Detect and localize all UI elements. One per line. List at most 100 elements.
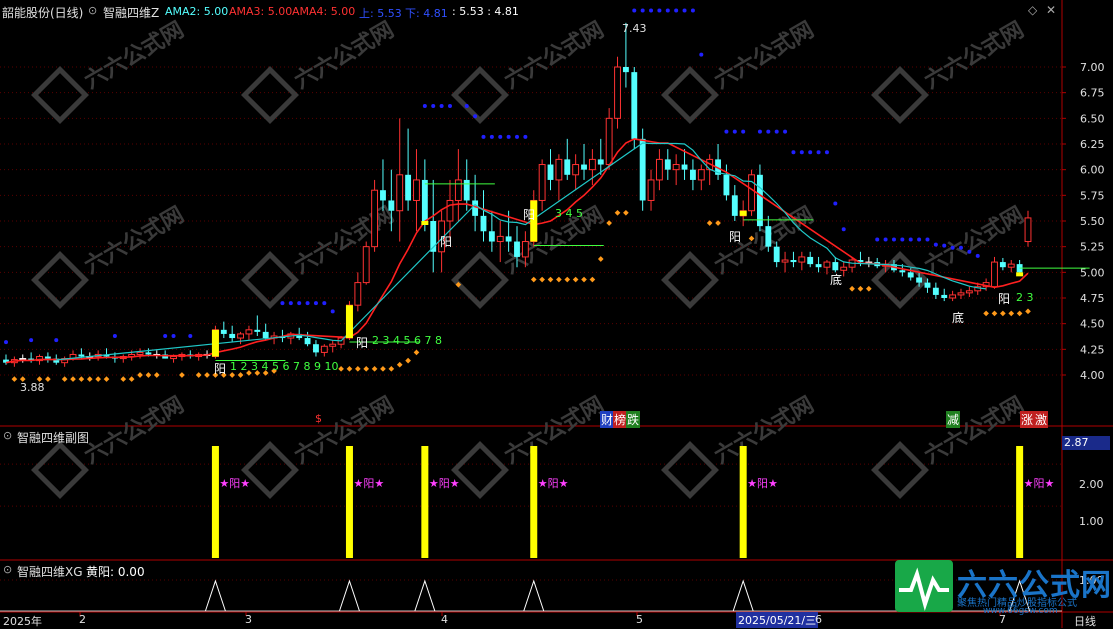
marker-zhang[interactable]: 涨 [1020,411,1035,428]
lower-band-dot [530,276,537,283]
upper-band-dot [163,333,168,338]
sub-yellow-bar [211,446,219,558]
candle-body [362,246,370,284]
lower-band-dot [572,276,579,283]
candle-body [463,179,470,201]
upper-band-dot [950,245,955,250]
sub-panel-layer: ★阳★ ★阳★ ★阳★ ★阳★ ★阳★ ★阳★ [211,446,1054,558]
x-label-5: 5 [636,613,643,626]
lower-band-dot [204,372,210,378]
candle-body [957,292,965,296]
candle-body [999,262,1006,268]
lower-band-dot [128,376,135,382]
watermark-diamond [31,66,89,124]
candle-body [421,179,428,221]
lower-band-dot [346,366,353,372]
yang-label-6: 阳 [998,292,1011,306]
lower-band-dot [589,276,596,283]
counter-3: 3 4 5 [555,207,583,220]
candle-body [237,333,244,339]
lower-band-dot [614,209,621,216]
lower-band-dot [145,372,152,378]
candle-body [605,117,613,166]
y-tick-label: 5.75 [1080,189,1105,202]
candle-body [773,246,780,263]
upper-band-dot [171,333,176,338]
upper-band-dot [925,237,930,242]
watermark-diamond [661,66,719,124]
candle-body [454,179,462,201]
stock-chart[interactable]: 7.006.756.506.256.005.755.505.255.004.75… [0,0,1113,628]
marker-cai[interactable]: 财 [600,411,615,428]
watermark-text: 六六公式网 [81,203,189,280]
upper-band-dot [29,338,34,343]
upper-band-dot [431,104,436,109]
candle-body [229,333,236,339]
candle-body [647,179,655,201]
candle-body [136,351,144,355]
watermark-diamond [241,66,299,124]
candle-body [19,358,27,361]
high-price-label: 7.43 [622,22,647,35]
lower-band-dot [564,276,571,283]
lower-value: 下: 4.81 [405,7,448,20]
sub-yellow-bar [530,446,538,558]
lower-band-dot [388,366,395,372]
close-icon[interactable]: ✕ [1046,3,1056,17]
counter-1: 1 2 3 4 5 6 7 8 9 10 [230,360,339,373]
upper-band-dot [473,114,478,119]
xg-spike [414,579,436,612]
upper-band-dot [313,301,318,306]
lower-band-dot [1016,310,1023,317]
y-tick-label: 6.75 [1080,87,1105,100]
candle-body [932,287,939,295]
sub-panel-toggle-icon[interactable]: ⊙ [3,429,12,442]
upper-band-dot [732,129,737,134]
lower-band-dot [195,372,202,378]
candle-body [472,200,479,216]
candle-body [396,174,404,212]
marker-ban[interactable]: 榜 [613,411,628,428]
x-label-2: 2 [79,613,86,626]
xg-spike [204,579,226,612]
lower-band-dot [396,361,403,368]
lower-band-dot [1008,310,1015,317]
marker-jian[interactable]: 减 [946,411,961,428]
lower-band-dot [623,209,629,216]
candle-body [1024,217,1032,243]
y-tick-label: 5.50 [1080,215,1105,228]
upper-band-dot [841,227,846,232]
candle-body [304,338,311,345]
watermark-text: 六六公式网 [711,393,819,470]
candle-body [790,260,797,263]
sub-bar-label: ★阳★ [353,477,384,490]
candle-body [823,261,831,268]
upper-band-dot [54,338,59,343]
header-bar: 韶能股份(日线) ⊙ 智融四维Z AMA2: 5.00 AMA3: 5.00 A… [0,0,1113,22]
candle-body [254,329,261,332]
y-tick-label: 4.50 [1080,318,1105,331]
xg-panel-title[interactable]: 智融四维XG [17,563,83,580]
sub-ytick-2: 2.00 [1079,478,1104,491]
extra-values: : 5.53 : 4.81 [452,5,519,18]
lower-band-dot [1000,310,1006,317]
upper-band-dot [766,129,771,134]
ama4-value: AMA4: 5.00 [292,5,356,18]
period-label[interactable]: 日线 [1074,613,1096,629]
indicator-name[interactable]: 智融四维Z [103,4,159,21]
lower-band-dot [237,372,244,378]
lower-band-dot [61,376,68,382]
marker-ji[interactable]: 激 [1034,411,1049,428]
upper-band-dot [4,340,8,345]
candle-body [631,72,638,139]
marker-die[interactable]: 跌 [626,411,641,428]
y-tick-label: 6.00 [1080,164,1105,177]
lower-band-dot [78,376,85,382]
diamond-icon[interactable]: ◇ [1028,3,1037,17]
candle-body [941,294,948,298]
indicator-toggle-icon[interactable]: ⊙ [88,4,97,17]
sub-panel-title[interactable]: 智融四维副图 [17,429,89,446]
xg-panel-toggle-icon[interactable]: ⊙ [3,563,12,576]
upper-band-dot [280,301,285,306]
signal-yellow-bar [211,329,219,357]
